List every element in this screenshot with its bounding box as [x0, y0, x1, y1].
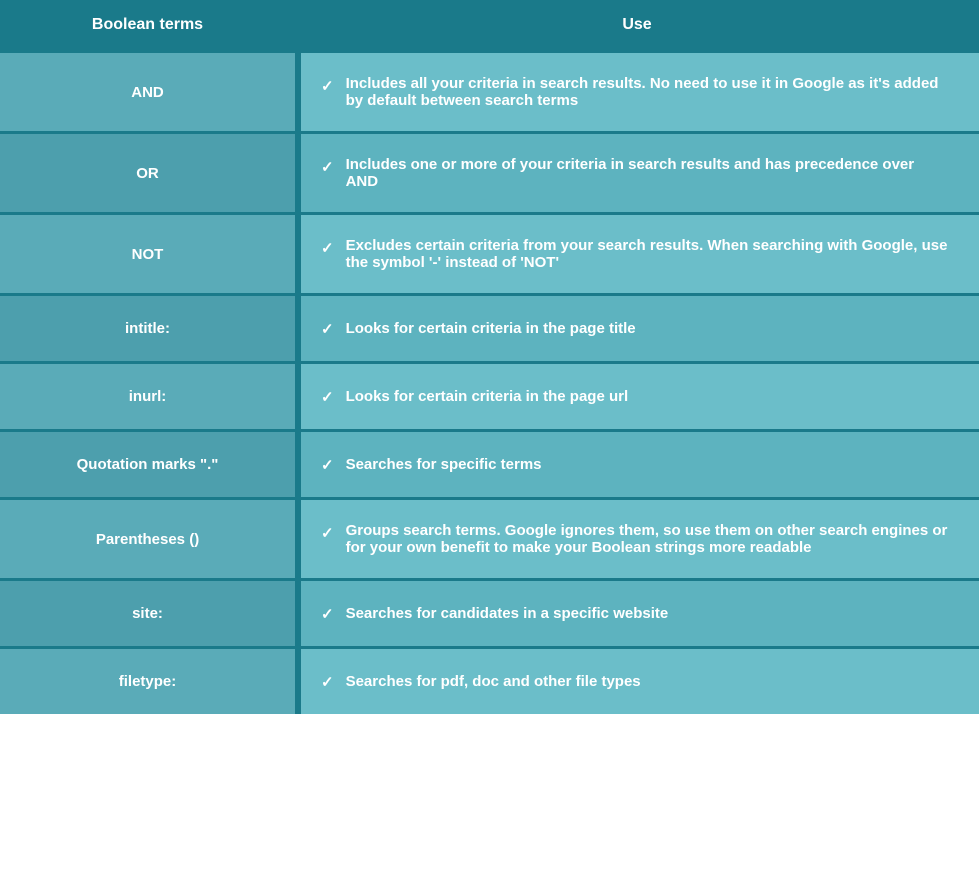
- checkmark-icon: ✓: [321, 456, 334, 474]
- use-cell: ✓ Excludes certain criteria from your se…: [301, 215, 979, 293]
- use-cell: ✓ Includes one or more of your criteria …: [301, 134, 979, 212]
- table-header: Boolean terms Use: [0, 0, 979, 50]
- checkmark-icon: ✓: [321, 158, 334, 176]
- use-text: Looks for certain criteria in the page u…: [346, 388, 629, 405]
- checkmark-icon: ✓: [321, 673, 334, 691]
- term-cell: Quotation marks ".": [0, 432, 295, 497]
- use-cell: ✓ Searches for specific terms: [301, 432, 979, 497]
- header-use: Use: [295, 0, 979, 50]
- table-row: intitle: ✓ Looks for certain criteria in…: [0, 293, 979, 361]
- term-cell: intitle:: [0, 296, 295, 361]
- table-row: site: ✓ Searches for candidates in a spe…: [0, 578, 979, 646]
- use-cell: ✓ Looks for certain criteria in the page…: [301, 364, 979, 429]
- checkmark-icon: ✓: [321, 524, 334, 542]
- checkmark-icon: ✓: [321, 605, 334, 623]
- table-row: filetype: ✓ Searches for pdf, doc and ot…: [0, 646, 979, 714]
- use-cell: ✓ Groups search terms. Google ignores th…: [301, 500, 979, 578]
- table-row: Parentheses () ✓ Groups search terms. Go…: [0, 497, 979, 578]
- checkmark-icon: ✓: [321, 320, 334, 338]
- use-text: Searches for pdf, doc and other file typ…: [346, 673, 641, 690]
- table-row: Quotation marks "." ✓ Searches for speci…: [0, 429, 979, 497]
- term-cell: site:: [0, 581, 295, 646]
- use-cell: ✓ Searches for candidates in a specific …: [301, 581, 979, 646]
- checkmark-icon: ✓: [321, 77, 334, 95]
- header-boolean-terms: Boolean terms: [0, 0, 295, 50]
- checkmark-icon: ✓: [321, 239, 334, 257]
- table-row: inurl: ✓ Looks for certain criteria in t…: [0, 361, 979, 429]
- table-row: NOT ✓ Excludes certain criteria from you…: [0, 212, 979, 293]
- use-cell: ✓ Searches for pdf, doc and other file t…: [301, 649, 979, 714]
- use-text: Includes one or more of your criteria in…: [346, 156, 949, 190]
- term-cell: AND: [0, 53, 295, 131]
- use-text: Looks for certain criteria in the page t…: [346, 320, 636, 337]
- term-cell: Parentheses (): [0, 500, 295, 578]
- term-cell: inurl:: [0, 364, 295, 429]
- table-row: AND ✓ Includes all your criteria in sear…: [0, 50, 979, 131]
- use-text: Searches for specific terms: [346, 456, 542, 473]
- table-row: OR ✓ Includes one or more of your criter…: [0, 131, 979, 212]
- use-cell: ✓ Looks for certain criteria in the page…: [301, 296, 979, 361]
- table-body: AND ✓ Includes all your criteria in sear…: [0, 50, 979, 714]
- use-cell: ✓ Includes all your criteria in search r…: [301, 53, 979, 131]
- term-cell: filetype:: [0, 649, 295, 714]
- checkmark-icon: ✓: [321, 388, 334, 406]
- use-text: Groups search terms. Google ignores them…: [346, 522, 949, 556]
- boolean-table: Boolean terms Use AND ✓ Includes all you…: [0, 0, 979, 714]
- term-cell: NOT: [0, 215, 295, 293]
- use-text: Excludes certain criteria from your sear…: [346, 237, 949, 271]
- use-text: Searches for candidates in a specific we…: [346, 605, 669, 622]
- term-cell: OR: [0, 134, 295, 212]
- use-text: Includes all your criteria in search res…: [346, 75, 949, 109]
